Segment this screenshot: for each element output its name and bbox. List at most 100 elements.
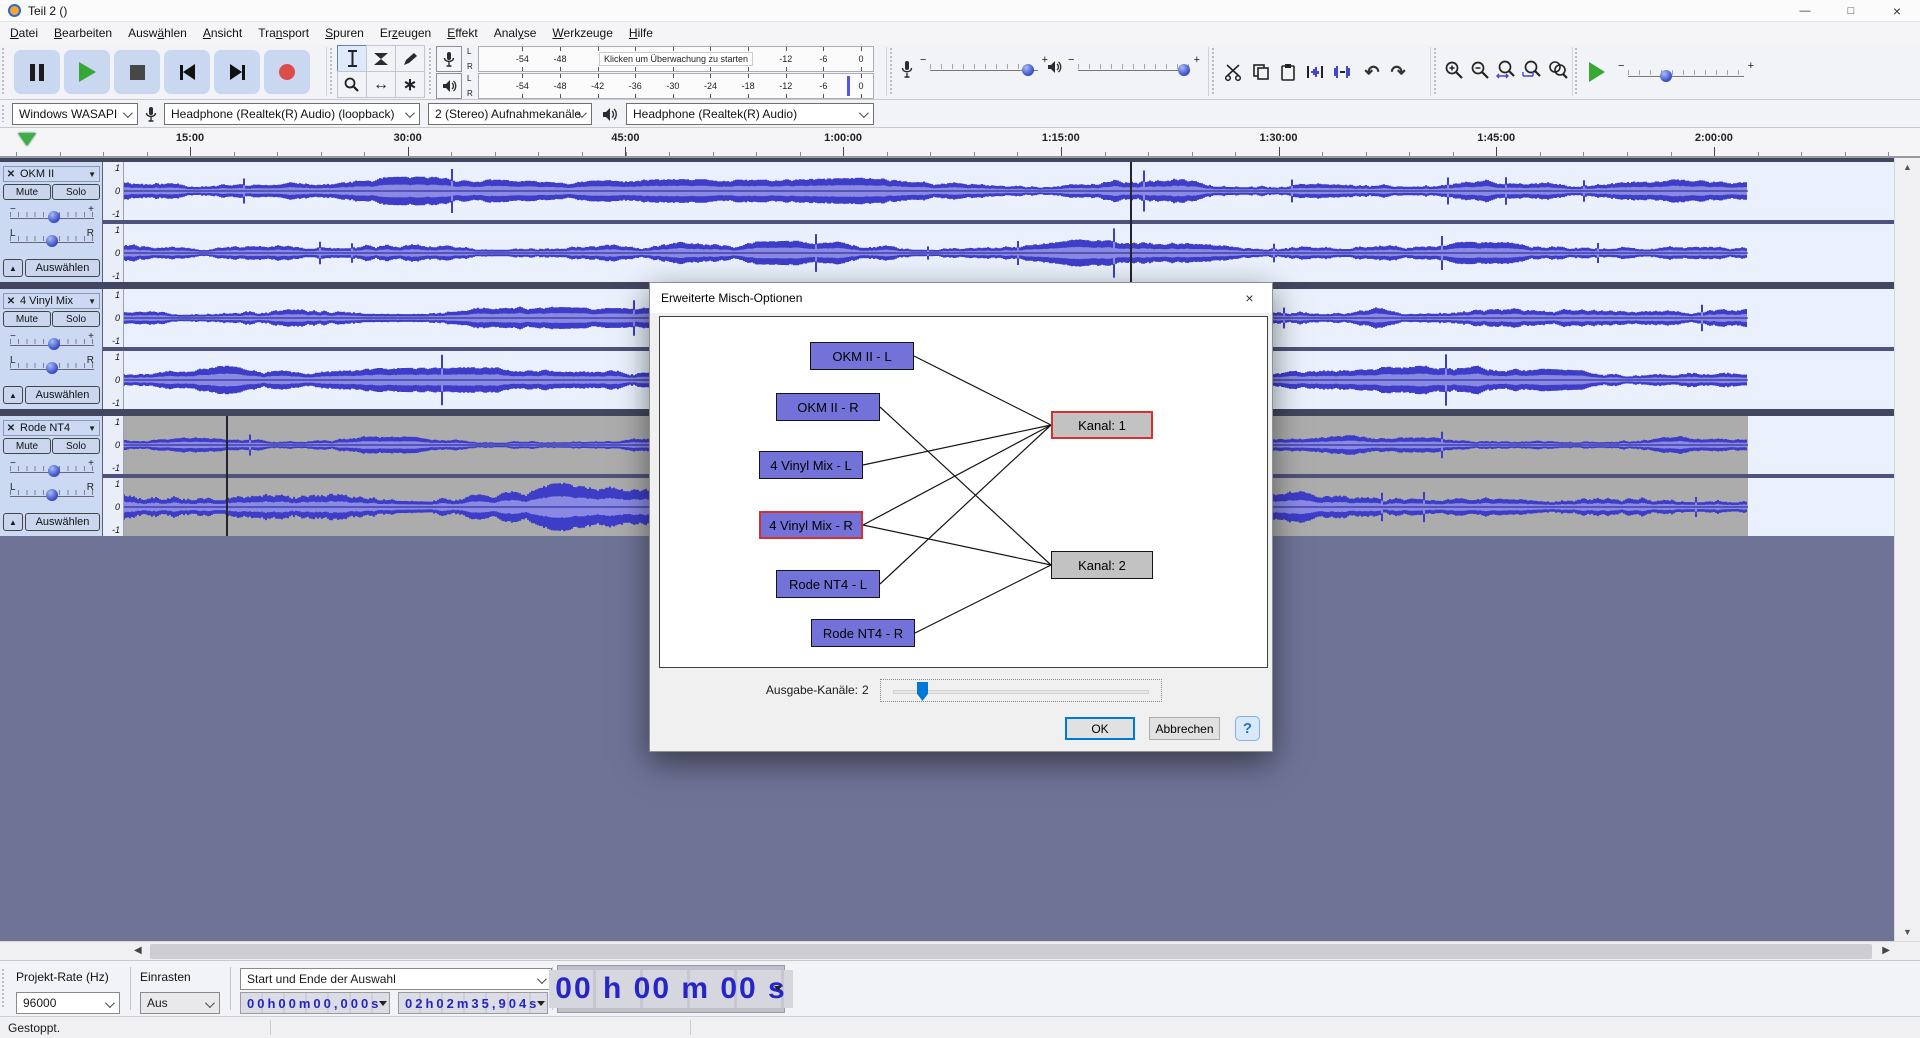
skip-to-start-button[interactable]: [164, 50, 210, 94]
pan-slider[interactable]: LR: [8, 230, 96, 248]
transport-grip[interactable]: [2, 48, 7, 95]
track-name[interactable]: OKM II: [18, 168, 88, 180]
cut-button[interactable]: [1222, 60, 1246, 84]
copy-button[interactable]: [1249, 60, 1273, 84]
mute-button[interactable]: Mute: [3, 438, 51, 454]
playback-device-select[interactable]: Headphone (Realtek(R) Audio): [626, 103, 874, 125]
cancel-button[interactable]: Abbrechen: [1149, 717, 1220, 740]
ok-button[interactable]: OK: [1065, 717, 1135, 740]
mix-channel-box[interactable]: Kanal: 2: [1051, 551, 1153, 579]
track-title-bar[interactable]: ✕ 4 Vinyl Mix ▼: [3, 293, 100, 309]
select-button[interactable]: Auswählen: [25, 513, 100, 531]
menu-item-auswhlen[interactable]: Auswählen: [120, 23, 195, 43]
scroll-left-icon[interactable]: ◀: [134, 945, 142, 956]
horizontal-scrollbar[interactable]: ◀ ▶: [0, 941, 1920, 960]
mix-source-box[interactable]: 4 Vinyl Mix - L: [759, 451, 863, 479]
select-button[interactable]: Auswählen: [25, 386, 100, 404]
scroll-down-icon[interactable]: ▼: [1903, 927, 1912, 937]
output-channels-slider[interactable]: [880, 679, 1162, 702]
play-at-speed-grip[interactable]: [1575, 48, 1580, 95]
select-button[interactable]: Auswählen: [25, 259, 100, 277]
vertical-ruler[interactable]: 10-1: [103, 416, 124, 474]
dropdown-arrow-icon[interactable]: [537, 1001, 545, 1006]
minimize-button[interactable]: —: [1782, 0, 1828, 22]
slider-thumb[interactable]: [917, 682, 928, 701]
selection-toolbar-grip[interactable]: [2, 969, 7, 1008]
pan-slider[interactable]: LR: [8, 484, 96, 502]
gain-thumb[interactable]: [48, 338, 60, 350]
vertical-ruler[interactable]: 10-1: [103, 289, 124, 347]
selection-end-field[interactable]: 02h02m35,904s: [398, 992, 548, 1014]
play-at-speed-button[interactable]: [1582, 54, 1612, 90]
trim-audio-button[interactable]: [1303, 60, 1327, 84]
dialog-title-bar[interactable]: Erweiterte Misch-Optionen: [650, 283, 1272, 313]
silence-audio-button[interactable]: [1330, 60, 1354, 84]
menu-item-transport[interactable]: Transport: [250, 23, 317, 43]
edit-toolbar-grip[interactable]: [1212, 48, 1217, 95]
audio-position-display[interactable]: 00 h 00 m 00 s: [557, 965, 785, 1013]
record-button[interactable]: [264, 50, 310, 94]
gain-thumb[interactable]: [48, 465, 60, 477]
mix-channel-box[interactable]: Kanal: 1: [1051, 411, 1153, 439]
redo-button[interactable]: ↷: [1386, 60, 1410, 84]
zoom-in-button[interactable]: [1442, 58, 1466, 82]
track-menu-icon[interactable]: ▼: [88, 297, 99, 306]
horizontal-scroll-thumb[interactable]: [150, 944, 1872, 959]
playback-volume-thumb[interactable]: [1178, 64, 1190, 76]
track-control-panel[interactable]: ✕ 4 Vinyl Mix ▼ Mute Solo −+ LR ▲ Auswäh…: [0, 289, 103, 409]
scroll-up-icon[interactable]: ▲: [1903, 162, 1912, 172]
audio-host-select[interactable]: Windows WASAPI: [12, 103, 138, 125]
playback-volume-slider[interactable]: −+: [1078, 58, 1190, 76]
waveform-channel-right[interactable]: [124, 224, 1748, 282]
solo-button[interactable]: Solo: [52, 311, 100, 327]
pause-button[interactable]: [14, 50, 60, 94]
solo-button[interactable]: Solo: [52, 184, 100, 200]
pan-slider[interactable]: LR: [8, 357, 96, 375]
track-close-icon[interactable]: ✕: [4, 423, 18, 434]
menu-item-bearbeiten[interactable]: Bearbeiten: [46, 23, 120, 43]
recording-device-select[interactable]: Headphone (Realtek(R) Audio) (loopback): [164, 103, 420, 125]
track-control-panel[interactable]: ✕ Rode NT4 ▼ Mute Solo −+ LR ▲ Auswählen: [0, 416, 103, 536]
playback-meter-speaker-button[interactable]: [436, 73, 462, 99]
timeshift-tool-button[interactable]: ↔: [366, 71, 396, 98]
zoom-out-button[interactable]: [1468, 58, 1492, 82]
track-close-icon[interactable]: ✕: [4, 169, 18, 180]
mix-source-box[interactable]: OKM II - L: [810, 342, 914, 370]
selection-mode-select[interactable]: Start und Ende der Auswahl: [240, 968, 552, 990]
menu-item-analyse[interactable]: Analyse: [486, 23, 545, 43]
track-control-panel[interactable]: ✕ OKM II ▼ Mute Solo −+ LR ▲ Auswählen: [0, 162, 103, 282]
pan-thumb[interactable]: [46, 489, 58, 501]
menu-item-werkzeuge[interactable]: Werkzeuge: [544, 23, 620, 43]
menu-item-hilfe[interactable]: Hilfe: [621, 23, 661, 43]
menu-item-erzeugen[interactable]: Erzeugen: [372, 23, 439, 43]
vertical-ruler[interactable]: 10-1: [103, 478, 124, 536]
zoom-toggle-button[interactable]: [1546, 58, 1570, 82]
gain-slider[interactable]: −+: [8, 333, 96, 351]
snap-select[interactable]: Aus: [140, 992, 220, 1014]
scroll-right-icon[interactable]: ▶: [1882, 945, 1890, 956]
track-close-icon[interactable]: ✕: [4, 296, 18, 307]
mix-source-box[interactable]: OKM II - R: [776, 393, 880, 421]
help-button[interactable]: ?: [1235, 716, 1260, 741]
vertical-scrollbar[interactable]: ▲▼: [1894, 158, 1920, 941]
zoom-selection-button[interactable]: [1494, 58, 1518, 82]
menu-item-spuren[interactable]: Spuren: [317, 23, 372, 43]
recording-volume-slider[interactable]: −+: [930, 58, 1038, 76]
play-speed-thumb[interactable]: [1660, 70, 1672, 82]
mix-source-box[interactable]: 4 Vinyl Mix - R: [759, 511, 863, 539]
menu-item-ansicht[interactable]: Ansicht: [195, 23, 250, 43]
zoom-toolbar-grip[interactable]: [1434, 48, 1439, 95]
selection-tool-button[interactable]: [337, 45, 367, 72]
play-pin-icon[interactable]: [18, 133, 36, 146]
recording-channels-select[interactable]: 2 (Stereo) Aufnahmekanäle: [428, 103, 592, 125]
vertical-ruler[interactable]: 10-1: [103, 162, 124, 220]
mute-button[interactable]: Mute: [3, 311, 51, 327]
device-grip[interactable]: [2, 105, 7, 122]
record-meter-mic-button[interactable]: [436, 46, 462, 72]
track-menu-icon[interactable]: ▼: [88, 424, 99, 433]
mute-button[interactable]: Mute: [3, 184, 51, 200]
gain-slider[interactable]: −+: [8, 460, 96, 478]
multi-tool-button[interactable]: ∗: [395, 71, 425, 98]
timeline-ruler[interactable]: 15:0030:0045:001:00:001:15:001:30:001:45…: [0, 128, 1920, 158]
dialog-close-button[interactable]: ×: [1227, 283, 1272, 313]
